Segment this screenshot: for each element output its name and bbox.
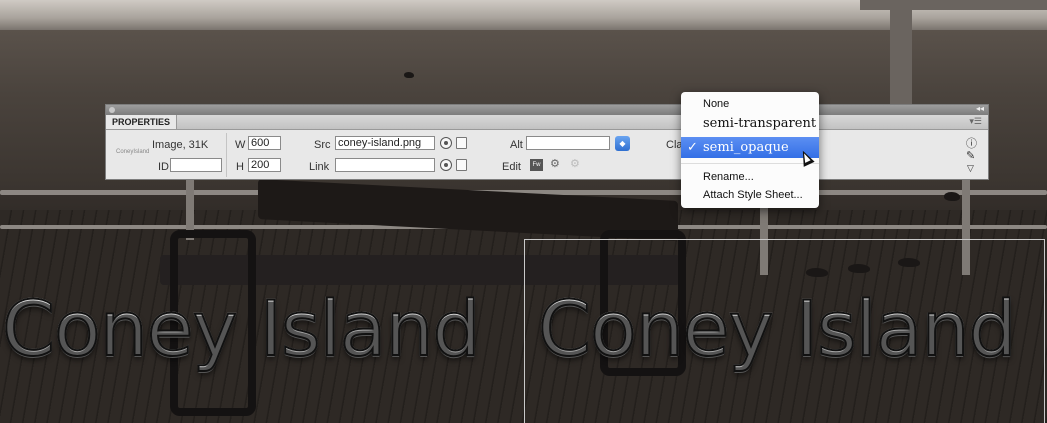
menu-item-attach-style-sheet[interactable]: Attach Style Sheet...	[681, 187, 819, 203]
menu-item-label: Rename...	[703, 171, 754, 183]
menu-item-none[interactable]: None	[681, 96, 819, 112]
menu-item-rename[interactable]: Rename...	[681, 169, 819, 185]
properties-panel: ◂◂ PROPERTIES ▾☰ ConeyIsland Image, 31K …	[105, 104, 989, 180]
selected-image-outline[interactable]	[524, 239, 1045, 423]
panel-tabbar: PROPERTIES ▾☰	[106, 115, 988, 130]
width-field[interactable]: 600	[248, 136, 281, 150]
panel-titlebar[interactable]: ◂◂	[106, 104, 988, 115]
height-label: H	[236, 161, 244, 173]
close-icon[interactable]	[109, 107, 115, 113]
edit-label: Edit	[502, 161, 521, 173]
image-type-label: Image, 31K	[152, 139, 209, 151]
point-to-file-icon[interactable]	[440, 137, 452, 149]
photo-background: Coney Island Coney Island	[0, 0, 1047, 423]
height-field[interactable]: 200	[248, 158, 281, 172]
browse-folder-icon[interactable]	[456, 159, 467, 171]
point-to-file-icon[interactable]	[440, 159, 452, 171]
bird	[404, 72, 414, 78]
src-label: Src	[314, 139, 331, 151]
menu-item-label: semi_opaque	[703, 140, 789, 155]
alt-dropdown-stepper[interactable]: ◆	[615, 136, 630, 151]
divider	[226, 133, 227, 177]
menu-item-label: Attach Style Sheet...	[703, 189, 803, 201]
fireworks-edit-icon[interactable]: Fw	[530, 159, 543, 171]
src-field[interactable]: coney-island.png	[335, 136, 435, 150]
alt-field[interactable]	[526, 136, 610, 150]
boardwalk-pillar	[890, 0, 912, 110]
menu-item-semi-transparent[interactable]: semi-transparent	[681, 114, 819, 134]
class-dropdown-menu: None semi-transparent ✓ semi_opaque Rena…	[681, 92, 819, 208]
boardwalk-beam	[860, 0, 1047, 10]
collapse-icon[interactable]: ◂◂	[976, 104, 984, 113]
resample-icon[interactable]: ⚙	[570, 158, 583, 170]
alt-label: Alt	[510, 139, 523, 151]
coney-island-title-left: Coney Island	[1, 283, 482, 374]
menu-item-label: semi-transparent	[703, 116, 817, 131]
pigeon	[944, 192, 960, 201]
tab-properties[interactable]: PROPERTIES	[106, 115, 178, 129]
checkmark-icon: ✓	[687, 140, 698, 155]
id-label: ID	[158, 161, 169, 173]
quick-tag-icon[interactable]: ✎	[966, 149, 975, 162]
image-thumbnail-label: ConeyIsland	[116, 149, 150, 155]
width-label: W	[235, 139, 246, 151]
id-field[interactable]	[170, 158, 222, 172]
link-field[interactable]	[335, 158, 435, 172]
menu-separator	[681, 163, 819, 164]
menu-item-label: None	[703, 98, 730, 110]
panel-options-icon[interactable]: ▾☰	[969, 116, 982, 127]
browse-folder-icon[interactable]	[456, 137, 467, 149]
link-label: Link	[309, 161, 330, 173]
edit-settings-icon[interactable]: ⚙	[550, 158, 563, 170]
expand-icon[interactable]: ▽	[967, 163, 974, 174]
